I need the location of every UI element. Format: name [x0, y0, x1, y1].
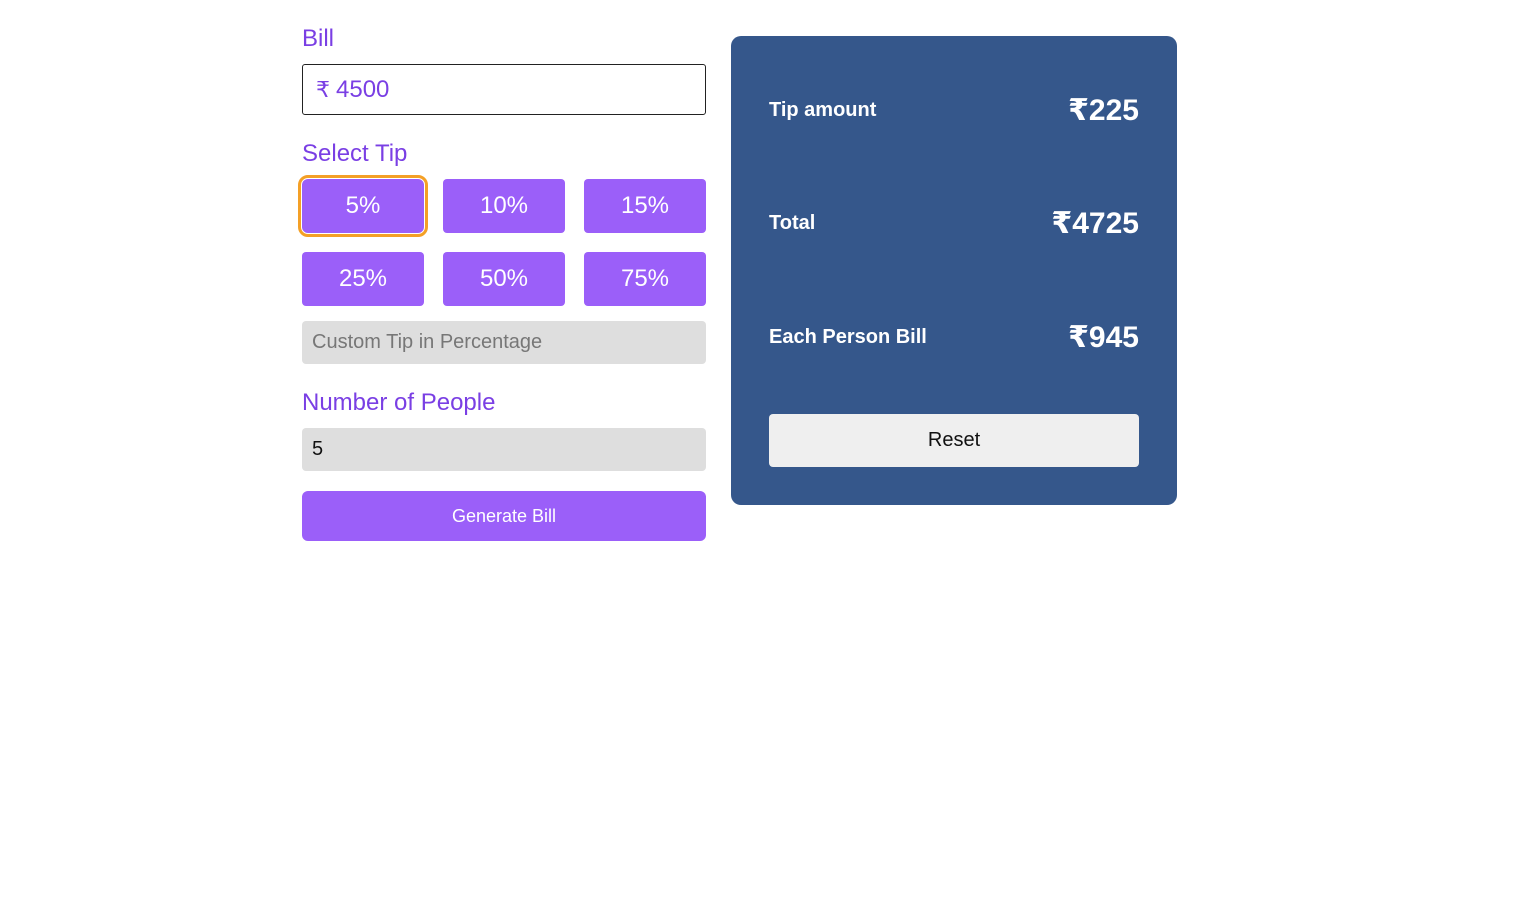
tip-button-10[interactable]: 10%: [443, 179, 565, 233]
tip-button-25[interactable]: 25%: [302, 252, 424, 306]
bill-input[interactable]: [336, 75, 676, 104]
people-input[interactable]: [302, 428, 706, 471]
custom-tip-input[interactable]: [302, 321, 706, 364]
total-row: Total ₹4725: [769, 206, 1139, 241]
total-label: Total: [769, 212, 816, 234]
tip-amount-label: Tip amount: [769, 99, 877, 121]
each-person-row: Each Person Bill ₹945: [769, 320, 1139, 355]
generate-bill-button[interactable]: Generate Bill: [302, 491, 706, 541]
select-tip-label: Select Tip: [302, 140, 408, 167]
tip-button-15[interactable]: 15%: [584, 179, 706, 233]
tip-amount-value: ₹225: [1068, 94, 1139, 127]
number-of-people-label: Number of People: [302, 389, 496, 416]
tip-button-50[interactable]: 50%: [443, 252, 565, 306]
each-person-label: Each Person Bill: [769, 326, 927, 348]
bill-field[interactable]: ₹: [302, 64, 706, 115]
bill-label: Bill: [302, 25, 335, 52]
reset-button[interactable]: Reset: [769, 414, 1139, 467]
rupee-icon: ₹: [316, 76, 330, 102]
total-value: ₹4725: [1051, 207, 1139, 240]
tip-button-75[interactable]: 75%: [584, 252, 706, 306]
each-person-value: ₹945: [1068, 321, 1139, 354]
summary-panel: Tip amount ₹225 Total ₹4725 Each Person …: [731, 36, 1177, 505]
tip-button-5[interactable]: 5%: [298, 175, 428, 237]
tip-amount-row: Tip amount ₹225: [769, 93, 1139, 128]
